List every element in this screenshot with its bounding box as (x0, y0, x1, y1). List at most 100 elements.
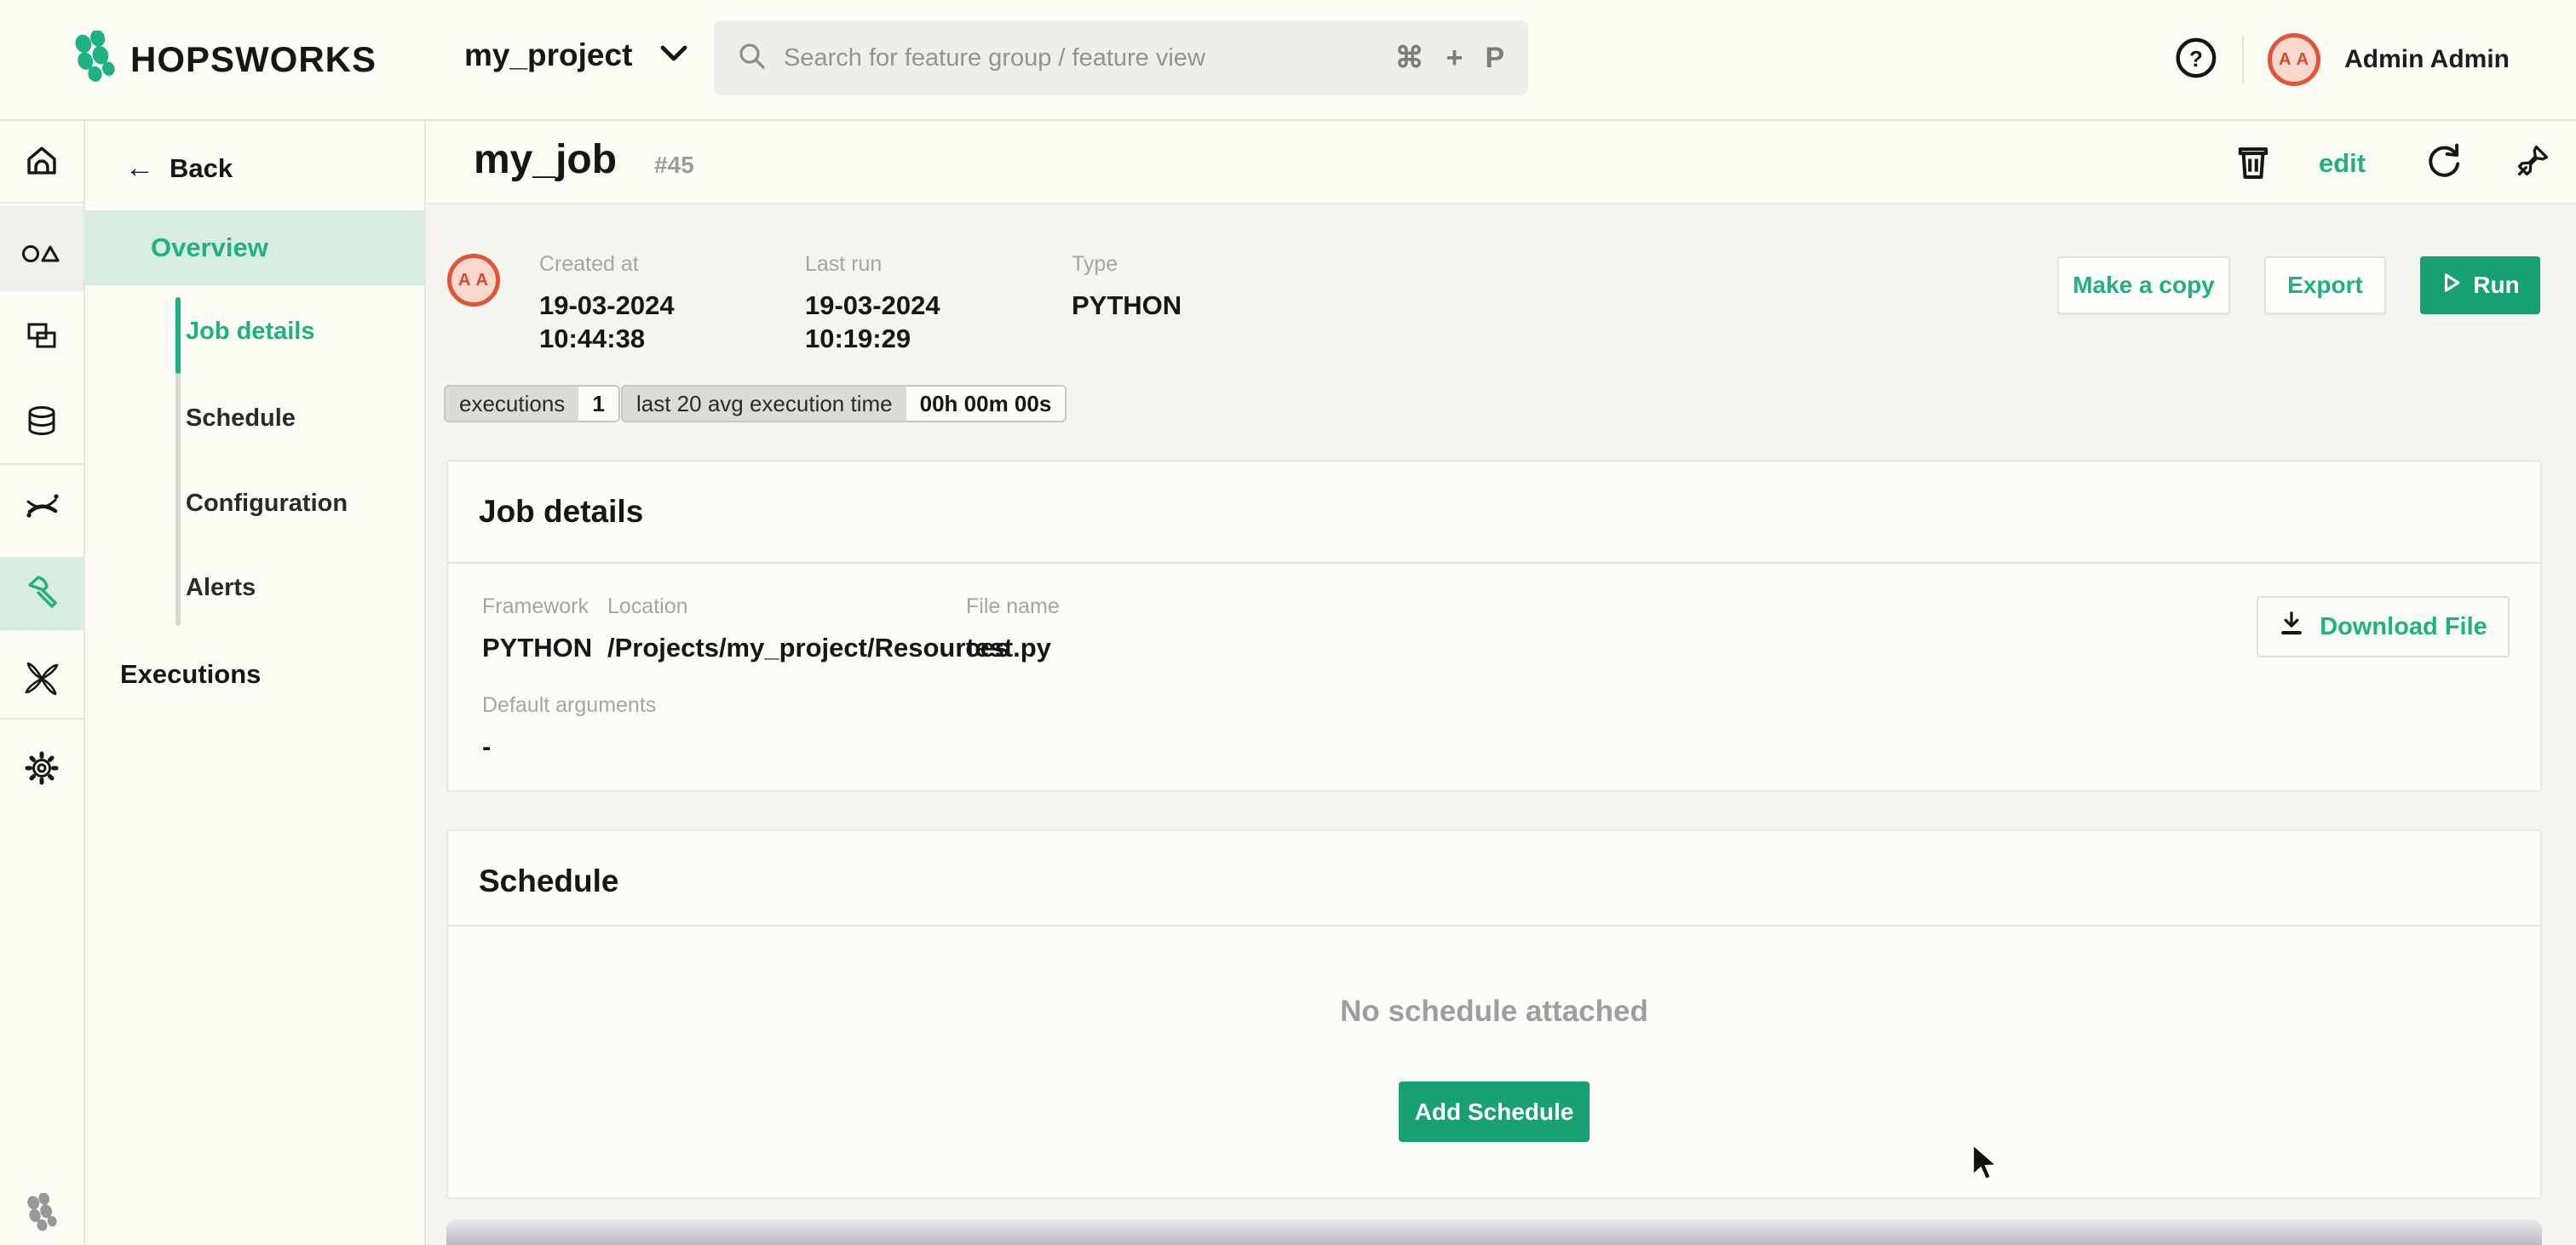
brand-name: HOPSWORKS (130, 39, 377, 80)
user-avatar[interactable]: A A (2268, 33, 2320, 86)
framework-label: Framework (482, 594, 607, 619)
download-file-button[interactable]: Download File (2257, 596, 2510, 657)
subnav-item-configuration[interactable]: Configuration (186, 490, 348, 518)
file-name-label: File name (966, 594, 1060, 619)
add-schedule-button[interactable]: Add Schedule (1399, 1081, 1590, 1142)
chevron-down-icon (659, 44, 688, 67)
created-at-label: Created at (539, 252, 675, 277)
user-name[interactable]: Admin Admin (2344, 45, 2510, 74)
job-details-heading: Job details (479, 494, 643, 530)
header-right: ? A A Admin Admin (2174, 0, 2510, 119)
search-input[interactable]: Search for feature group / feature view … (714, 20, 1528, 95)
file-name-value: test.py (966, 633, 1060, 663)
database-icon (22, 403, 61, 439)
main-panel: my_job #45 edit A A Created at 19-03-202… (426, 119, 2576, 1245)
job-details-fields: Framework PYTHON Location /Projects/my_p… (482, 594, 1060, 663)
plus-key-icon: + (1446, 42, 1463, 75)
hopsworks-footer-logo-icon (25, 1193, 59, 1232)
top-header: HOPSWORKS my_project Search for feature … (0, 0, 2576, 119)
run-button[interactable]: Run (2420, 256, 2540, 314)
last-run-date: 19-03-2024 (805, 289, 940, 322)
svg-text:?: ? (2189, 46, 2203, 72)
created-at-date: 19-03-2024 (539, 289, 675, 322)
export-button[interactable]: Export (2264, 256, 2386, 314)
rail-item-home[interactable] (0, 121, 83, 199)
next-section-peek (446, 1219, 2542, 1245)
flow-curves-icon (21, 488, 62, 524)
pinwheel-icon (21, 658, 62, 699)
avg-execution-time-badge: last 20 avg execution time 00h 00m 00s (621, 385, 1067, 422)
subnav-item-job-details[interactable]: Job details (186, 318, 315, 346)
download-icon (2279, 610, 2304, 644)
help-icon[interactable]: ? (2174, 36, 2218, 84)
hopsworks-logo-icon (72, 31, 117, 88)
subnav-item-schedule[interactable]: Schedule (186, 404, 296, 433)
job-overview-content: A A Created at 19-03-2024 10:44:38 Last … (426, 203, 2576, 1245)
location-value: /Projects/my_project/Resources (607, 633, 966, 663)
job-title-strip: my_job #45 edit (426, 121, 2576, 203)
location-field: Location /Projects/my_project/Resources (607, 594, 966, 663)
avg-badge-label: last 20 avg execution time (623, 387, 906, 421)
p-key: P (1485, 42, 1504, 75)
rail-item-footer-logo (0, 1173, 83, 1245)
search-icon (738, 42, 767, 75)
schedule-heading: Schedule (479, 863, 619, 899)
rail-item-feature-store[interactable] (0, 211, 83, 290)
job-owner-avatar: A A (447, 254, 500, 307)
rail-item-airflow[interactable] (0, 640, 83, 718)
created-at-block: Created at 19-03-2024 10:44:38 (539, 252, 675, 355)
back-arrow-icon: ← (125, 152, 154, 185)
framework-field: Framework PYTHON (482, 594, 607, 663)
last-run-time: 10:19:29 (805, 322, 940, 355)
make-a-copy-button[interactable]: Make a copy (2057, 256, 2230, 314)
avg-badge-value: 00h 00m 00s (906, 387, 1066, 421)
refresh-icon (2424, 141, 2463, 185)
rail-item-storage[interactable] (0, 382, 83, 460)
last-run-label: Last run (805, 252, 940, 277)
pin-button[interactable] (2511, 141, 2554, 184)
subnav-item-overview[interactable]: Overview (151, 232, 268, 263)
header-divider (2242, 36, 2244, 83)
schedule-card: Schedule No schedule attached Add Schedu… (446, 829, 2542, 1199)
refresh-button[interactable] (2422, 141, 2464, 184)
last-run-block: Last run 19-03-2024 10:19:29 (805, 252, 940, 355)
type-value: PYTHON (1072, 289, 1182, 322)
subnav-item-executions[interactable]: Executions (120, 659, 261, 690)
subnav-track-active (175, 297, 181, 374)
overlapping-windows-icon (22, 318, 61, 353)
default-arguments-label: Default arguments (482, 693, 656, 718)
framework-value: PYTHON (482, 633, 607, 663)
pin-icon (2514, 142, 2551, 184)
back-label: Back (170, 153, 233, 184)
circle-triangle-icon (20, 233, 63, 267)
delete-job-button[interactable] (2232, 141, 2274, 184)
hopsworks-app: HOPSWORKS my_project Search for feature … (0, 0, 2576, 1245)
rail-item-projects[interactable] (0, 296, 83, 375)
file-name-field: File name test.py (966, 594, 1060, 663)
edit-job-button[interactable]: edit (2319, 148, 2366, 179)
gear-icon (22, 749, 61, 788)
project-dropdown[interactable]: my_project (464, 37, 688, 73)
no-schedule-text: No schedule attached (448, 995, 2540, 1029)
search-shortcut: ⌘ + P (1394, 41, 1504, 75)
default-arguments-value: - (482, 732, 656, 762)
play-icon (2441, 272, 2463, 300)
back-button[interactable]: ← Back (125, 152, 233, 185)
mouse-cursor (1968, 1143, 2002, 1188)
subnav-item-alerts[interactable]: Alerts (186, 574, 256, 602)
icon-rail (0, 119, 85, 1245)
rail-item-jobs[interactable] (0, 554, 83, 632)
location-label: Location (607, 594, 966, 619)
search-placeholder: Search for feature group / feature view (784, 44, 1394, 72)
run-label: Run (2473, 272, 2519, 299)
rail-divider (0, 718, 83, 720)
job-subnav: ← Back Overview Job details Schedule Con… (85, 119, 426, 1245)
subnav-track (175, 297, 181, 626)
rail-item-model-serving[interactable] (0, 467, 83, 545)
rail-item-settings[interactable] (0, 729, 83, 807)
project-name: my_project (464, 37, 632, 73)
brand[interactable]: HOPSWORKS (72, 31, 377, 88)
type-block: Type PYTHON (1072, 252, 1182, 322)
job-number: #45 (654, 152, 694, 179)
rail-divider (0, 202, 83, 204)
